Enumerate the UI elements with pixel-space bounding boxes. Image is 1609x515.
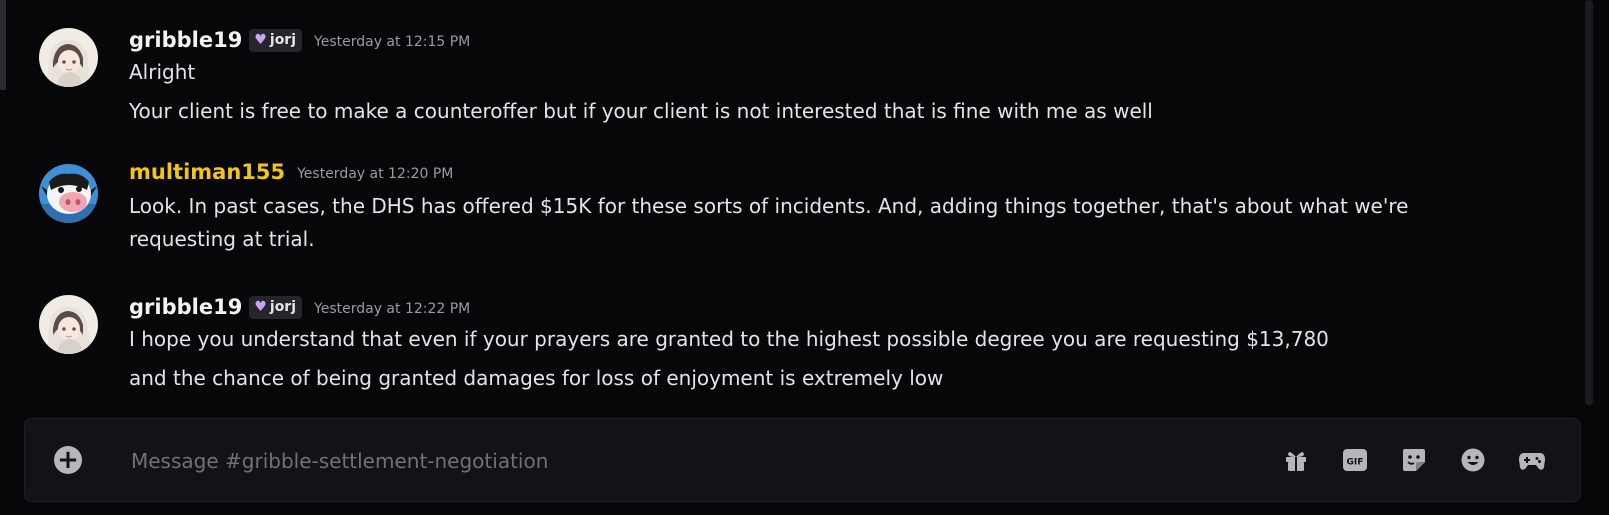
game-controller-icon[interactable] <box>1518 446 1546 474</box>
gift-icon[interactable] <box>1282 446 1310 474</box>
message-list-scrollbar[interactable] <box>1585 0 1593 405</box>
message-text: Look. In past cases, the DHS has offered… <box>129 194 1409 218</box>
message-text: Your client is free to make a counteroff… <box>129 99 1153 123</box>
avatar[interactable] <box>39 164 98 223</box>
tag-label: jorj <box>269 31 297 48</box>
anime-avatar-icon <box>39 28 98 87</box>
username[interactable]: gribble19 <box>129 295 242 319</box>
avatar[interactable] <box>39 28 98 87</box>
gif-icon[interactable]: GIF <box>1341 446 1369 474</box>
user-tag[interactable]: ♥ jorj <box>249 28 303 52</box>
sticker-icon[interactable] <box>1400 446 1428 474</box>
timestamp: Yesterday at 12:22 PM <box>314 300 471 317</box>
message-text: and the chance of being granted damages … <box>129 366 944 390</box>
message-text: requesting at trial. <box>129 227 315 251</box>
message-composer: + GIF <box>24 418 1581 502</box>
emoji-icon[interactable] <box>1459 446 1487 474</box>
message-text: I hope you understand that even if your … <box>129 327 1329 351</box>
username[interactable]: gribble19 <box>129 28 242 52</box>
username[interactable]: multiman155 <box>129 160 285 184</box>
message-text: Alright <box>129 60 196 84</box>
tag-label: jorj <box>269 298 297 315</box>
heart-icon: ♥ <box>254 298 267 315</box>
message-header: multiman155 Yesterday at 12:20 PM <box>129 160 453 184</box>
plus-circle-icon[interactable]: + <box>54 446 82 474</box>
timestamp: Yesterday at 12:20 PM <box>297 165 454 182</box>
heart-icon: ♥ <box>254 31 267 48</box>
avatar[interactable] <box>39 295 98 354</box>
timestamp: Yesterday at 12:15 PM <box>314 33 471 50</box>
message-input[interactable] <box>129 443 1233 479</box>
anime-avatar-icon <box>39 295 98 354</box>
cow-avatar-icon <box>39 164 98 223</box>
message-list: gribble19 ♥ jorj Yesterday at 12:15 PM A… <box>0 0 1570 410</box>
message-header: gribble19 ♥ jorj Yesterday at 12:22 PM <box>129 295 470 319</box>
message-header: gribble19 ♥ jorj Yesterday at 12:15 PM <box>129 28 470 52</box>
svg-text:GIF: GIF <box>1347 458 1364 468</box>
user-tag[interactable]: ♥ jorj <box>249 295 303 319</box>
